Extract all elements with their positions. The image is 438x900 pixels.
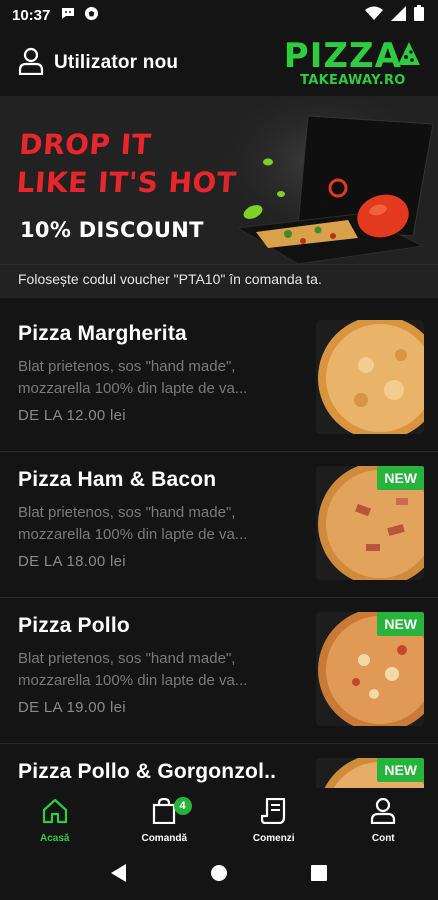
home-icon — [41, 798, 69, 829]
soccer-notif-icon — [84, 6, 99, 25]
promo-banner[interactable]: DROP IT LIKE IT'S HOT 10% DISCOUNT — [0, 96, 438, 264]
product-description-line2: mozzarella 100% din lapte de va... — [18, 526, 248, 543]
recents-icon[interactable] — [310, 864, 327, 886]
signal-icon — [391, 5, 406, 25]
cart-count-badge: 4 — [173, 797, 192, 815]
product-list[interactable]: Pizza Margherita Blat prietenos, sos "ha… — [0, 306, 438, 788]
product-description-line1: Blat prietenos, sos "hand made", — [18, 504, 236, 521]
product-description-line1: Blat prietenos, sos "hand made", — [18, 358, 236, 375]
app-header: Utilizator nou PIZZA TAKEAWAY.RO — [0, 30, 438, 96]
home-circle-icon[interactable] — [210, 864, 228, 887]
pizza-slice-icon — [396, 39, 422, 73]
new-badge: NEW — [377, 612, 424, 636]
status-bar: 10:37 — [0, 0, 438, 30]
banner-discount: 10% DISCOUNT — [20, 218, 204, 242]
product-image[interactable] — [316, 320, 424, 434]
banner-title-line1: DROP IT — [18, 128, 153, 161]
pizza-box-illustration — [208, 96, 438, 264]
product-description: Blat prietenos, sos "hand made", mozzare… — [18, 356, 308, 400]
battery-icon — [414, 5, 424, 25]
bottom-navigation: Acasă 4 Comandă Comenzi Cont — [0, 788, 438, 850]
product-item-ham-bacon[interactable]: Pizza Ham & Bacon Blat prietenos, sos "h… — [0, 452, 438, 598]
system-navigation-bar — [0, 850, 438, 900]
product-description: Blat prietenos, sos "hand made", mozzare… — [18, 502, 308, 546]
nav-orders[interactable]: Comenzi — [219, 788, 329, 850]
receipt-icon — [260, 797, 287, 829]
chat-notif-icon — [60, 6, 76, 24]
nav-home[interactable]: Acasă — [0, 788, 110, 850]
user-icon — [18, 47, 44, 80]
nav-account[interactable]: Cont — [329, 788, 438, 850]
new-badge: NEW — [377, 758, 424, 782]
logo-subtitle: TAKEAWAY.RO — [300, 73, 406, 88]
product-item-pollo-gorgonzola[interactable]: Pizza Pollo & Gorgonzol.. NEW — [0, 744, 438, 788]
nav-account-label: Cont — [371, 833, 395, 844]
product-description-line1: Blat prietenos, sos "hand made", — [18, 650, 236, 667]
product-item-margherita[interactable]: Pizza Margherita Blat prietenos, sos "ha… — [0, 306, 438, 452]
back-icon[interactable] — [111, 863, 127, 887]
user-account-button[interactable]: Utilizator nou — [18, 47, 178, 80]
product-description-line2: mozzarella 100% din lapte de va... — [18, 672, 248, 689]
banner-title-line2: LIKE IT'S HOT — [15, 166, 238, 199]
voucher-text: Folosește codul voucher "PTA10" în coman… — [0, 264, 438, 298]
banner-title: DROP IT LIKE IT'S HOT — [15, 126, 240, 202]
nav-order[interactable]: 4 Comandă — [110, 788, 220, 850]
brand-logo: PIZZA TAKEAWAY.RO — [284, 39, 422, 87]
product-description: Blat prietenos, sos "hand made", mozzare… — [18, 648, 308, 692]
nav-home-label: Acasă — [40, 833, 70, 844]
wifi-icon — [365, 6, 383, 24]
nav-orders-label: Comenzi — [252, 833, 295, 844]
logo-word: PIZZA — [283, 36, 402, 76]
user-label: Utilizator nou — [54, 52, 179, 73]
new-badge: NEW — [377, 466, 424, 490]
clock: 10:37 — [12, 6, 51, 24]
nav-order-label: Comandă — [141, 833, 188, 844]
product-description-line2: mozzarella 100% din lapte de va... — [18, 380, 248, 397]
user-icon — [370, 797, 396, 829]
product-item-pollo[interactable]: Pizza Pollo Blat prietenos, sos "hand ma… — [0, 598, 438, 744]
